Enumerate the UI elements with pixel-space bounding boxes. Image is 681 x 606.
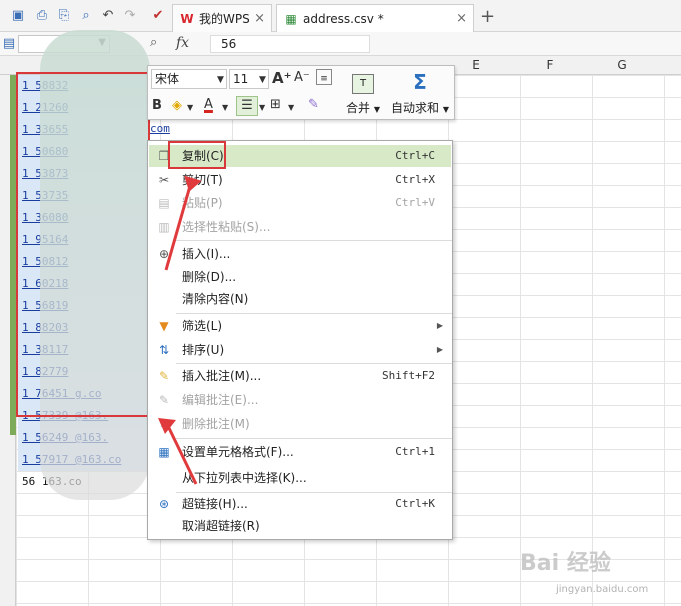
chevron-right-icon: ▶ xyxy=(436,321,443,330)
tab-label: address.csv * xyxy=(303,11,384,26)
tab-my-wps[interactable]: W 我的WPS × xyxy=(172,4,272,32)
undo-icon[interactable]: ↶ xyxy=(100,8,116,24)
menu-item-insert-comment[interactable]: ✎ 插入批注(M)... Shift+F2 xyxy=(149,365,451,387)
chevron-down-icon[interactable]: ▼ xyxy=(222,99,228,117)
menu-item-insert[interactable]: ⊕ 插入(I)... xyxy=(149,243,451,265)
bold-icon[interactable]: B xyxy=(152,97,162,115)
delete-comment-icon: ✕ xyxy=(158,417,170,431)
paste-special-icon: ▥ xyxy=(158,220,170,234)
print-icon[interactable]: ⎘ xyxy=(56,8,72,24)
menu-item-hyperlink[interactable]: ⊛ 超链接(H)... Ctrl+K xyxy=(149,493,451,515)
close-icon[interactable]: × xyxy=(456,11,467,26)
menu-item-remove-hyperlink[interactable]: 取消超链接(R) xyxy=(149,515,451,537)
chevron-down-icon[interactable]: ▼ xyxy=(259,99,265,117)
filter-icon: ▼ xyxy=(159,319,169,333)
save-icon[interactable]: ▣ xyxy=(10,8,26,24)
menu-separator xyxy=(176,313,452,314)
sigma-icon: Σ xyxy=(413,70,427,94)
menu-item-paste-special[interactable]: ▥ 选择性粘贴(S)... xyxy=(149,216,451,238)
menu-item-edit-comment[interactable]: ✎ 编辑批注(E)... xyxy=(149,389,451,411)
tab-label: 我的WPS xyxy=(199,12,250,26)
font-color-icon[interactable]: A xyxy=(204,96,213,114)
paste-icon: ▤ xyxy=(158,196,170,210)
menu-item-filter[interactable]: ▼ 筛选(L) ▶ xyxy=(149,315,451,337)
increase-font-icon[interactable]: A⁺ xyxy=(272,69,292,87)
menu-item-delete-comment[interactable]: ✕ 删除批注(M) xyxy=(149,413,451,435)
menu-separator xyxy=(176,438,452,439)
decrease-font-icon[interactable]: A⁻ xyxy=(294,69,310,87)
menu-item-delete[interactable]: 删除(D)... xyxy=(149,266,451,288)
autosum-button[interactable]: Σ 自动求和 ▼ xyxy=(388,69,452,117)
menu-item-sort[interactable]: ⇅ 排序(U) ▶ xyxy=(149,339,451,361)
close-icon[interactable]: × xyxy=(254,11,265,26)
insert-icon: ⊕ xyxy=(158,247,170,261)
watermark-logo: Bai 经验 xyxy=(520,551,611,576)
menu-item-paste[interactable]: ▤ 粘贴(P) Ctrl+V xyxy=(149,192,451,214)
menu-separator xyxy=(176,363,452,364)
menu-separator xyxy=(176,240,452,241)
border-icon[interactable]: ⊞ xyxy=(270,96,281,114)
format-painter-icon[interactable]: ✎ xyxy=(308,96,319,114)
insert-comment-icon: ✎ xyxy=(158,369,170,383)
selection-highlight-box xyxy=(16,72,150,417)
watermark-url: jingyan.baidu.com xyxy=(556,584,649,595)
context-menu: ❐ 复制(C) Ctrl+C ✂ 剪切(T) Ctrl+X ▤ 粘贴(P) Ct… xyxy=(147,140,453,540)
export-pdf-icon[interactable]: ⎙ xyxy=(34,8,50,24)
chevron-down-icon[interactable]: ▼ xyxy=(217,71,224,89)
merge-button[interactable]: T 合并 ▼ xyxy=(340,69,386,117)
align-center-icon[interactable]: ☰ xyxy=(236,96,258,116)
cell-overflow-text: com xyxy=(150,122,170,135)
column-header-f[interactable]: F xyxy=(520,58,580,72)
fill-color-icon[interactable]: ◈ xyxy=(172,97,182,115)
sheet-icon: ▤ xyxy=(2,36,16,51)
title-bar: ▣ ⎙ ⎘ ⌕ ↶ ↷ ✔ W 我的WPS × ▦ address.csv * … xyxy=(0,0,681,32)
customize-toolbar-icon[interactable]: ✔ xyxy=(150,8,166,24)
autosum-label: 自动求和 xyxy=(391,101,440,115)
wps-logo-icon: W xyxy=(180,11,194,26)
menu-item-format-cells[interactable]: ▦ 设置单元格格式(F)... Ctrl+1 xyxy=(149,441,451,463)
chevron-down-icon[interactable]: ▼ xyxy=(187,99,193,117)
zoom-icon[interactable]: ⌕ xyxy=(150,35,157,50)
formula-input[interactable]: 56 xyxy=(210,35,370,53)
copy-highlight-box xyxy=(168,141,226,169)
spreadsheet-icon: ▦ xyxy=(285,11,297,26)
column-header-g[interactable]: G xyxy=(592,58,652,72)
menu-item-cut[interactable]: ✂ 剪切(T) Ctrl+X xyxy=(149,169,451,191)
merge-label: 合并 xyxy=(346,101,371,115)
chevron-down-icon[interactable]: ▼ xyxy=(259,71,266,89)
mini-format-toolbar: 宋体 ▼ 11 ▼ A⁺ A⁻ ≡ B ◈ ▼ A ▼ ☰ ▼ ⊞ ▼ ✎ T … xyxy=(147,65,455,120)
edit-comment-icon: ✎ xyxy=(158,393,170,407)
column-header-e[interactable]: E xyxy=(446,58,506,72)
tab-address-csv[interactable]: ▦ address.csv * × xyxy=(276,4,474,32)
print-preview-icon[interactable]: ⌕ xyxy=(78,8,94,24)
scissors-icon: ✂ xyxy=(158,173,170,187)
chevron-right-icon: ▶ xyxy=(436,345,443,354)
format-cells-icon: ▦ xyxy=(158,445,170,459)
menu-item-clear-contents[interactable]: 清除内容(N) xyxy=(149,288,451,310)
clear-format-icon[interactable]: ≡ xyxy=(316,69,332,85)
redo-icon[interactable]: ↷ xyxy=(122,8,138,24)
sort-icon: ⇅ xyxy=(158,343,170,357)
merge-icon: T xyxy=(340,69,386,95)
hyperlink-icon: ⊛ xyxy=(158,497,170,511)
font-name-select[interactable]: 宋体 xyxy=(151,69,227,89)
new-tab-button[interactable]: + xyxy=(480,6,495,27)
menu-item-pick-from-list[interactable]: 从下拉列表中选择(K)... xyxy=(149,467,451,489)
fx-label[interactable]: fx xyxy=(176,35,189,51)
chevron-down-icon[interactable]: ▼ xyxy=(288,99,294,117)
